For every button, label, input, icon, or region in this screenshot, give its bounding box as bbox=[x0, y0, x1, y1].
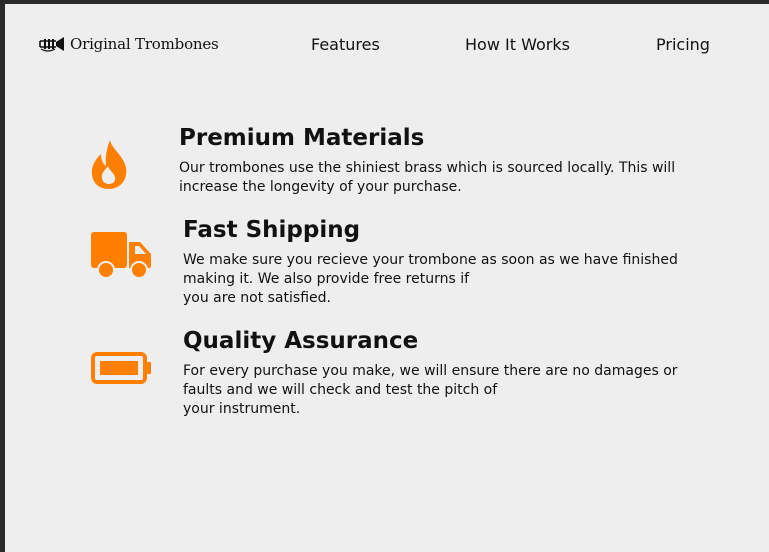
nav-link-pricing[interactable]: Pricing bbox=[656, 35, 710, 54]
feature-description-line: For every purchase you make, we will ens… bbox=[183, 363, 678, 379]
feature-description-quality-assurance: For every purchase you make, we will ens… bbox=[183, 362, 678, 419]
brand-logo[interactable]: Original Trombones bbox=[38, 34, 219, 54]
feature-description-line: Our trombones use the shiniest brass whi… bbox=[179, 160, 676, 176]
feature-title-fast-shipping: Fast Shipping bbox=[183, 217, 361, 243]
fire-icon bbox=[91, 140, 127, 189]
feature-description-premium-materials: Our trombones use the shiniest brass whi… bbox=[179, 159, 675, 197]
feature-description-fast-shipping: We make sure you recieve your trombone a… bbox=[183, 251, 678, 308]
feature-description-line: increase the longevity of your purchase. bbox=[179, 179, 462, 195]
trumpet-logo-icon bbox=[39, 37, 64, 52]
nav-link-how-it-works[interactable]: How It Works bbox=[465, 35, 570, 54]
feature-title-premium-materials: Premium Materials bbox=[179, 125, 425, 151]
feature-description-line: We make sure you recieve your trombone a… bbox=[183, 252, 678, 268]
feature-description-line: faults and we will check and test the pi… bbox=[183, 382, 498, 398]
brand-name: Original Trombones bbox=[70, 35, 219, 53]
feature-description-line: you are not satisfied. bbox=[183, 290, 331, 306]
page: Original Trombones Features How It Works… bbox=[5, 4, 769, 552]
nav-link-features[interactable]: Features bbox=[311, 35, 380, 54]
feature-description-line: making it. We also provide free returns … bbox=[183, 271, 470, 287]
battery-icon bbox=[91, 352, 151, 384]
truck-icon bbox=[91, 232, 151, 279]
feature-description-line: your instrument. bbox=[183, 401, 301, 417]
feature-title-quality-assurance: Quality Assurance bbox=[183, 328, 419, 354]
